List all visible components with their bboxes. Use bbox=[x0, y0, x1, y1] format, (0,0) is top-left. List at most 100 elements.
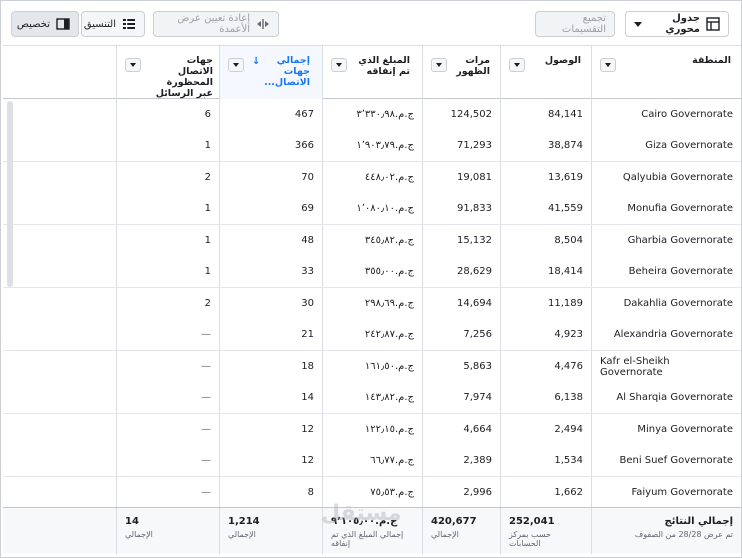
table-row[interactable]: Cairo Governorate 84,141 124,502 ج.م.‏٣٬٣٣٠… bbox=[3, 99, 741, 131]
chevron-down-icon[interactable] bbox=[331, 58, 347, 72]
cell-blocked: — bbox=[116, 351, 219, 383]
table-header: المنطقة الوصول مرات الظهور المبلغ الذي ت… bbox=[3, 45, 741, 99]
cell-blocked: 2 bbox=[116, 162, 219, 194]
chevron-down-icon bbox=[634, 21, 642, 27]
cell-spent: ج.م.‏٣٬٣٣٠٫٩٨ bbox=[322, 99, 422, 131]
pivot-table-dropdown[interactable]: جدول محوري bbox=[625, 11, 729, 37]
table-row[interactable]: Gharbia Governorate 8,504 15,132 ج.م.‏٣٤٥٫٨… bbox=[3, 225, 741, 257]
cell-reach: 84,141 bbox=[500, 99, 591, 131]
footer-region: إجمالي النتائج تم عرض 28/28 من الصفوف bbox=[591, 508, 741, 554]
table-row[interactable]: Minya Governorate 2,494 4,664 ج.م.‏١٢٢٫١٥ 12… bbox=[3, 414, 741, 446]
cell-impressions: 28,629 bbox=[422, 256, 500, 287]
sort-arrow-icon: ↓ bbox=[252, 56, 261, 67]
column-header-impressions[interactable]: مرات الظهور bbox=[422, 46, 500, 99]
cell-spent: ج.م.‏٦٦٫٧٧ bbox=[322, 445, 422, 476]
customize-button[interactable]: تخصيص bbox=[11, 11, 79, 37]
cell-empty bbox=[3, 194, 116, 225]
column-header-blocked-contacts[interactable]: جهات الاتصال المحظورة عبر الرسائل bbox=[116, 46, 219, 99]
cell-contacts: 33 bbox=[219, 256, 322, 287]
cell-blocked: — bbox=[116, 445, 219, 476]
table-row[interactable]: Monufia Governorate 41,559 91,833 ج.م.‏١٬٠٨… bbox=[3, 193, 741, 225]
cell-region: Al Sharqia Governorate bbox=[591, 382, 741, 413]
cell-region: Alexandria Governorate bbox=[591, 319, 741, 350]
cell-contacts: 467 bbox=[219, 99, 322, 131]
cell-reach: 13,619 bbox=[500, 162, 591, 194]
vertical-scrollbar[interactable] bbox=[7, 101, 13, 287]
cell-spent: ج.م.‏٣٤٥٫٨٢ bbox=[322, 225, 422, 257]
cell-impressions: 124,502 bbox=[422, 99, 500, 131]
chevron-down-icon[interactable] bbox=[600, 58, 616, 72]
format-button[interactable]: التنسيق bbox=[81, 11, 145, 37]
table-row[interactable]: Qalyubia Governorate 13,619 19,081 ج.م.‏٤٤٨… bbox=[3, 162, 741, 194]
table-row[interactable]: Beni Suef Governorate 1,534 2,389 ج.م.‏٦٦٫٧… bbox=[3, 445, 741, 477]
cell-impressions: 7,974 bbox=[422, 382, 500, 413]
cell-impressions: 15,132 bbox=[422, 225, 500, 257]
cell-blocked: — bbox=[116, 319, 219, 350]
customize-label: تخصيص bbox=[16, 18, 50, 30]
cell-reach: 18,414 bbox=[500, 256, 591, 287]
table-row[interactable]: Giza Governorate 38,874 71,293 ج.م.‏١٬٩٠٣٫٧… bbox=[3, 130, 741, 162]
cell-empty bbox=[3, 288, 116, 320]
cell-region: Giza Governorate bbox=[591, 130, 741, 161]
table-row[interactable]: Kafr el-Sheikh Governorate 4,476 5,863 ج.م.… bbox=[3, 351, 741, 383]
cell-blocked: — bbox=[116, 382, 219, 413]
cell-blocked: 1 bbox=[116, 225, 219, 257]
table-row[interactable]: Beheira Governorate 18,414 28,629 ج.م.‏٣٥٥٫… bbox=[3, 256, 741, 288]
cell-contacts: 69 bbox=[219, 193, 322, 224]
pivot-table-icon bbox=[706, 17, 720, 31]
chevron-down-icon[interactable] bbox=[509, 58, 525, 72]
cell-blocked: 1 bbox=[116, 130, 219, 161]
reset-column-widths-button[interactable]: إعادة تعيين عرض الأعمدة bbox=[153, 11, 279, 37]
cell-impressions: 4,664 bbox=[422, 414, 500, 446]
format-table-icon bbox=[122, 17, 136, 31]
cell-contacts: 366 bbox=[219, 130, 322, 161]
cell-contacts: 12 bbox=[219, 414, 322, 446]
table-row[interactable]: Dakahlia Governorate 11,189 14,694 ج.م.‏٢٩٨… bbox=[3, 288, 741, 320]
cell-empty bbox=[3, 446, 116, 477]
pivot-table-label: جدول محوري bbox=[665, 13, 700, 35]
cell-contacts: 30 bbox=[219, 288, 322, 320]
column-header-reach[interactable]: الوصول bbox=[500, 46, 591, 99]
cell-region: Cairo Governorate bbox=[591, 99, 741, 131]
cell-reach: 41,559 bbox=[500, 193, 591, 224]
column-header-region[interactable]: المنطقة bbox=[591, 46, 741, 99]
footer-empty bbox=[3, 508, 116, 554]
cell-region: Kafr el-Sheikh Governorate bbox=[591, 351, 741, 383]
cell-reach: 1,534 bbox=[500, 445, 591, 476]
table-row[interactable]: Al Sharqia Governorate 6,138 7,974 ج.م.‏١٤٣… bbox=[3, 382, 741, 414]
cell-region: Faiyum Governorate bbox=[591, 477, 741, 509]
cell-spent: ج.م.‏١٬٠٨٠٫١٠ bbox=[322, 193, 422, 224]
cell-reach: 2,494 bbox=[500, 414, 591, 446]
cell-impressions: 19,081 bbox=[422, 162, 500, 194]
chevron-down-icon[interactable] bbox=[125, 58, 141, 72]
cell-contacts: 8 bbox=[219, 477, 322, 509]
column-header-total-contacts[interactable]: إجمالي جهات الاتصال... ↓ bbox=[219, 46, 322, 99]
cell-contacts: 21 bbox=[219, 319, 322, 350]
columns-panel-icon bbox=[56, 17, 70, 31]
column-resize-icon bbox=[256, 17, 270, 31]
footer-total-contacts: 1,214 الإجمالي bbox=[219, 508, 322, 554]
cell-contacts: 48 bbox=[219, 225, 322, 257]
format-label: التنسيق bbox=[83, 18, 116, 30]
cell-empty bbox=[3, 257, 116, 288]
chevron-down-icon[interactable] bbox=[431, 58, 447, 72]
cell-blocked: — bbox=[116, 414, 219, 446]
cell-region: Beheira Governorate bbox=[591, 256, 741, 287]
cell-impressions: 7,256 bbox=[422, 319, 500, 350]
cell-empty bbox=[3, 131, 116, 162]
chevron-down-icon[interactable] bbox=[228, 58, 244, 72]
cell-region: Minya Governorate bbox=[591, 414, 741, 446]
cell-blocked: 1 bbox=[116, 193, 219, 224]
cell-spent: ج.م.‏١٤٣٫٨٢ bbox=[322, 382, 422, 413]
table-row[interactable]: Alexandria Governorate 4,923 7,256 ج.م.‏٢٤٢… bbox=[3, 319, 741, 351]
group-breakdowns-button[interactable]: تجميع التقسيمات bbox=[535, 11, 615, 37]
cell-contacts: 14 bbox=[219, 382, 322, 413]
column-header-amount-spent[interactable]: المبلغ الذي تم إنفاقه bbox=[322, 46, 422, 99]
cell-reach: 6,138 bbox=[500, 382, 591, 413]
cell-empty bbox=[3, 99, 116, 131]
cell-empty bbox=[3, 477, 116, 509]
cell-region: Dakahlia Governorate bbox=[591, 288, 741, 320]
cell-spent: ج.م.‏١٬٩٠٣٫٧٩ bbox=[322, 130, 422, 161]
cell-blocked: 2 bbox=[116, 288, 219, 320]
cell-reach: 4,476 bbox=[500, 351, 591, 383]
